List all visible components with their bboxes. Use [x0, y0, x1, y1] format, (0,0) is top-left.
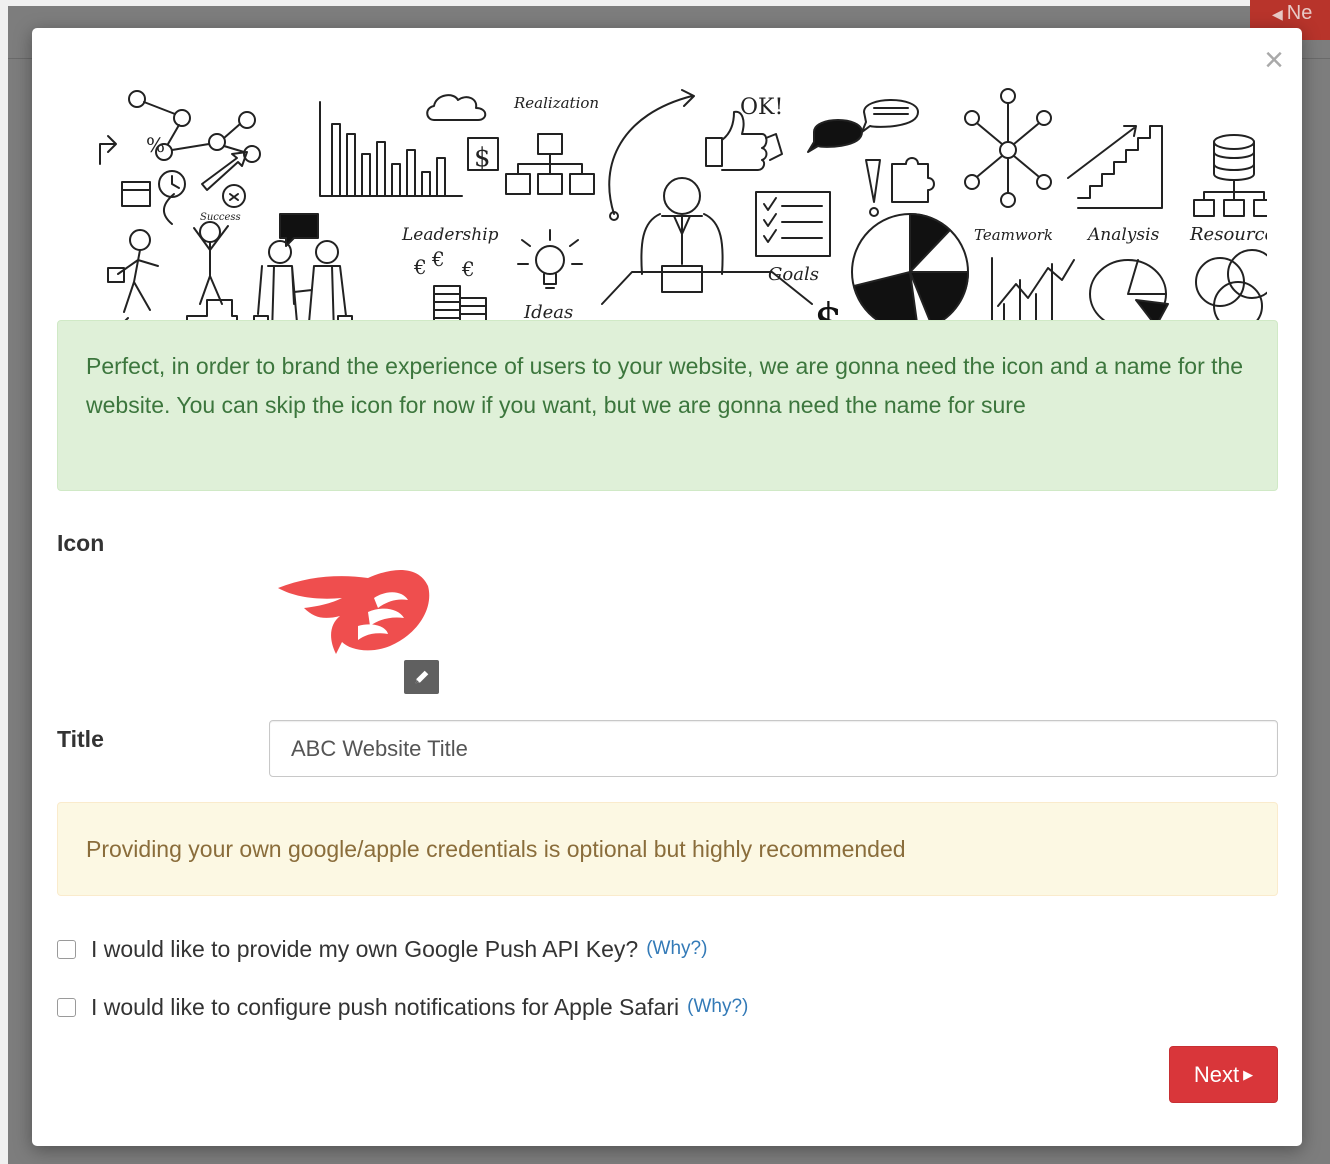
- google-push-option: I would like to provide my own Google Pu…: [57, 934, 707, 964]
- apple-safari-why-link[interactable]: (Why?): [687, 996, 748, 1018]
- setup-modal: × % $ Realization OK! Success Leadership…: [32, 28, 1302, 1146]
- svg-text:OK!: OK!: [740, 95, 783, 120]
- title-label: Title: [57, 726, 104, 752]
- edit-icon-button[interactable]: [404, 660, 439, 694]
- close-icon[interactable]: ×: [1264, 40, 1284, 80]
- wing-logo-icon[interactable]: [278, 568, 430, 654]
- svg-text:€: €: [413, 255, 427, 279]
- next-button-label: Next: [1193, 1061, 1240, 1087]
- intro-alert: Perfect, in order to brand the experienc…: [57, 320, 1278, 491]
- svg-text:€: €: [431, 247, 445, 271]
- business-doodle-banner: % $ Realization OK! Success Leadership I…: [99, 88, 1267, 344]
- credentials-warning-alert: Providing your own google/apple credenti…: [57, 802, 1278, 896]
- svg-text:Leadership: Leadership: [401, 225, 499, 245]
- svg-text:%: %: [146, 133, 165, 157]
- google-push-why-link[interactable]: (Why?): [646, 938, 707, 960]
- apple-safari-checkbox[interactable]: [57, 997, 76, 1017]
- icon-label: Icon: [57, 530, 105, 556]
- caret-right-icon: ▶: [1243, 1066, 1254, 1082]
- apple-safari-label[interactable]: I would like to configure push notificat…: [91, 994, 679, 1021]
- apple-safari-option: I would like to configure push notificat…: [57, 992, 748, 1022]
- megaphone-icon: ◀: [1272, 6, 1283, 22]
- svg-text:Analysis: Analysis: [1086, 225, 1160, 245]
- svg-text:Teamwork: Teamwork: [974, 226, 1053, 244]
- svg-text:Realization: Realization: [513, 94, 599, 112]
- pencil-icon: [415, 670, 428, 684]
- website-title-input[interactable]: [269, 720, 1278, 777]
- background-next-label: Ne: [1286, 2, 1313, 24]
- svg-text:€: €: [461, 257, 475, 281]
- google-push-label[interactable]: I would like to provide my own Google Pu…: [91, 936, 638, 963]
- svg-text:Success: Success: [200, 212, 241, 223]
- google-push-checkbox[interactable]: [57, 939, 76, 959]
- svg-text:$: $: [474, 143, 491, 173]
- svg-text:Resources: Resources: [1189, 224, 1267, 245]
- next-button[interactable]: Next ▶: [1169, 1046, 1278, 1103]
- svg-text:Goals: Goals: [768, 264, 819, 285]
